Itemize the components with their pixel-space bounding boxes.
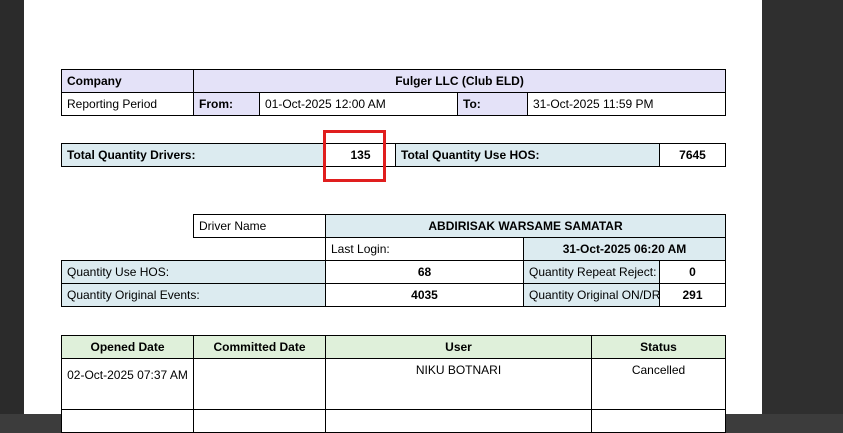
column-header-user: User	[325, 335, 592, 359]
opened-date-cell: 02-Oct-2025 07:37 AM	[61, 358, 194, 410]
original-ondr-label: Quantity Original ON/DR Events:	[523, 283, 660, 307]
viewer-right-margin	[762, 0, 843, 414]
reporting-period-label: Reporting Period	[61, 92, 194, 116]
events-table: Opened Date Committed Date User Status 0…	[61, 335, 726, 433]
quantity-use-hos-value: 68	[325, 260, 524, 284]
company-summary-table: Company Fulger LLC (Club ELD) Reporting …	[61, 69, 727, 116]
total-use-hos-label: Total Quantity Use HOS:	[395, 143, 660, 167]
from-value: 01-Oct-2025 12:00 AM	[259, 92, 458, 116]
repeat-reject-label: Quantity Repeat Reject:	[523, 260, 660, 284]
to-label: To:	[457, 92, 528, 116]
total-drivers-label: Total Quantity Drivers:	[61, 143, 326, 167]
column-header-opened: Opened Date	[61, 335, 194, 359]
from-label: From:	[193, 92, 260, 116]
original-events-label: Quantity Original Events:	[61, 283, 326, 307]
column-header-status: Status	[591, 335, 726, 359]
original-ondr-value: 291	[659, 283, 726, 307]
user-cell: NIKU BOTNARI	[325, 358, 592, 410]
last-login-value: 31-Oct-2025 06:20 AM	[523, 237, 726, 261]
total-use-hos-value: 7645	[659, 143, 726, 167]
repeat-reject-value: 0	[659, 260, 726, 284]
totals-table: Total Quantity Drivers: 135 Total Quanti…	[61, 143, 726, 167]
document-page: Company Fulger LLC (Club ELD) Reporting …	[24, 0, 762, 433]
last-login-label: Last Login:	[325, 237, 524, 261]
column-header-committed: Committed Date	[193, 335, 326, 359]
company-label: Company	[61, 69, 194, 93]
to-value: 31-Oct-2025 11:59 PM	[526, 92, 727, 116]
viewer-left-margin	[0, 0, 24, 414]
total-drivers-value: 135	[325, 143, 396, 167]
driver-name-label: Driver Name	[193, 214, 326, 238]
driver-details-table: Driver Name ABDIRISAK WARSAME SAMATAR La…	[61, 214, 726, 307]
driver-name-value: ABDIRISAK WARSAME SAMATAR	[325, 214, 726, 238]
table-row: 02-Oct-2025 07:37 AM NIKU BOTNARI Cancel…	[61, 358, 726, 410]
company-name: Fulger LLC (Club ELD)	[192, 69, 727, 93]
committed-date-cell	[193, 358, 326, 410]
original-events-value: 4035	[325, 283, 524, 307]
status-cell: Cancelled	[591, 358, 726, 410]
quantity-use-hos-label: Quantity Use HOS:	[61, 260, 326, 284]
